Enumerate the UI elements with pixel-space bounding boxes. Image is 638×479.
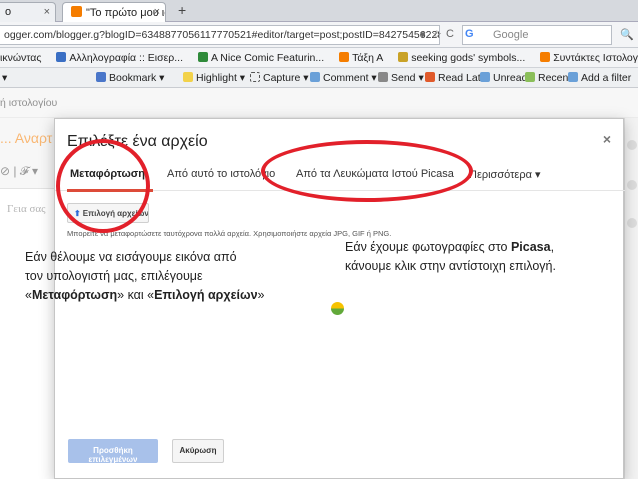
- annotation-line: «Μεταφόρτωση» και «Επιλογή αρχείων»: [25, 288, 265, 302]
- browser-tab-active[interactable]: "Το πρώτο μου ιστολόγιο" ×: [62, 2, 166, 22]
- highlight-button[interactable]: Highlight ▾: [183, 72, 245, 84]
- capture-icon: [250, 72, 260, 82]
- bookmark-item[interactable]: Αλληλογραφία :: Εισερ...: [56, 52, 183, 64]
- side-icon[interactable]: [627, 140, 637, 150]
- blogger-icon: [540, 52, 551, 62]
- annotation-line: Εάν θέλουμε να εισάγουμε εικόνα από: [25, 250, 237, 264]
- highlight-ring-upload: [56, 139, 150, 233]
- bookmark-star-icon[interactable]: ☆: [432, 28, 442, 41]
- google-icon: G: [465, 28, 474, 40]
- send-icon: [378, 72, 388, 82]
- browser-tab-bar: o × "Το πρώτο μου ιστολόγιο" × +: [0, 0, 638, 22]
- unread-button[interactable]: Unread: [480, 72, 527, 84]
- recent-icon: [525, 72, 535, 82]
- annotation-line: κάνουμε κλικ στην αντίστοιχη επιλογή.: [345, 259, 556, 273]
- toolbar-menu-icon[interactable]: ▾: [2, 72, 7, 84]
- annotation-upload: Εάν θέλουμε να εισάγουμε εικόνα από τον …: [25, 248, 325, 305]
- reload-icon[interactable]: C: [446, 28, 454, 40]
- highlight-ring-picasa: [261, 140, 473, 202]
- annotation-picasa: Εάν έχουμε φωτογραφίες στο Picasa, κάνου…: [345, 238, 635, 276]
- bookmark-item[interactable]: ικνώντας: [0, 52, 41, 64]
- cancel-button[interactable]: Ακύρωση: [172, 439, 224, 463]
- search-icon[interactable]: 🔍: [620, 28, 634, 41]
- bookmark-item[interactable]: Τάξη Α: [339, 52, 383, 64]
- bookmark-item[interactable]: seeking gods' symbols...: [398, 52, 525, 64]
- bookmark-button[interactable]: Bookmark ▾: [96, 72, 164, 84]
- new-tab-button[interactable]: +: [178, 2, 186, 18]
- blogger-icon: [339, 52, 350, 62]
- bookmark-icon: [96, 72, 106, 82]
- comic-icon: [197, 52, 208, 62]
- tab-more[interactable]: Περισσότερα ▾: [469, 168, 541, 181]
- right-side-strip: [624, 118, 638, 479]
- highlight-icon: [183, 72, 193, 82]
- bookmark-item[interactable]: A Nice Comic Featurin...: [197, 52, 324, 64]
- recent-button[interactable]: Recent: [525, 72, 571, 84]
- close-tab-icon[interactable]: ×: [154, 6, 160, 18]
- add-filter-button[interactable]: Add a filter: [568, 72, 631, 84]
- filter-icon: [568, 72, 578, 82]
- annotation-line: τον υπολογιστή μας, επιλέγουμε: [25, 269, 203, 283]
- extension-toolbar: ▾ Bookmark ▾ Highlight ▾ Capture ▾ Comme…: [0, 68, 638, 88]
- read-later-icon: [425, 72, 435, 82]
- annotation-line: Εάν έχουμε φωτογραφίες στο Picasa,: [345, 240, 555, 254]
- side-icon[interactable]: [627, 180, 637, 190]
- blogger-icon: [71, 6, 82, 17]
- unread-icon: [480, 72, 490, 82]
- bookmarks-bar: ικνώντας Αλληλογραφία :: Εισερ... A Nice…: [0, 48, 638, 68]
- bookmark-item[interactable]: Συντάκτες Ιστολογίου: [540, 52, 638, 64]
- comment-button[interactable]: Comment ▾: [310, 72, 377, 84]
- comment-icon: [310, 72, 320, 82]
- capture-button[interactable]: Capture ▾: [250, 72, 309, 84]
- close-icon[interactable]: ×: [603, 131, 611, 147]
- browser-tab-label: o: [5, 6, 12, 18]
- tab-this-blog[interactable]: Από αυτό το ιστολόγιο: [167, 168, 275, 180]
- side-icon[interactable]: [627, 218, 637, 228]
- url-bar[interactable]: ogger.com/blogger.g?blogID=6348877056117…: [0, 25, 440, 45]
- close-tab-icon[interactable]: ×: [44, 6, 50, 18]
- browser-nav-bar: ogger.com/blogger.g?blogID=6348877056117…: [0, 22, 638, 48]
- mail-icon: [56, 52, 67, 62]
- add-selected-button[interactable]: Προσθήκη επιλεγμένων: [68, 439, 158, 464]
- loading-spinner-icon: [331, 302, 344, 315]
- dialog-footer: Προσθήκη επιλεγμένων Ακύρωση: [55, 435, 625, 479]
- page-icon: [398, 52, 409, 62]
- search-input[interactable]: Google: [462, 25, 612, 45]
- send-button[interactable]: Send ▾: [378, 72, 424, 84]
- url-dropdown-icon[interactable]: ▾: [420, 28, 426, 41]
- browser-tab[interactable]: o ×: [0, 2, 56, 22]
